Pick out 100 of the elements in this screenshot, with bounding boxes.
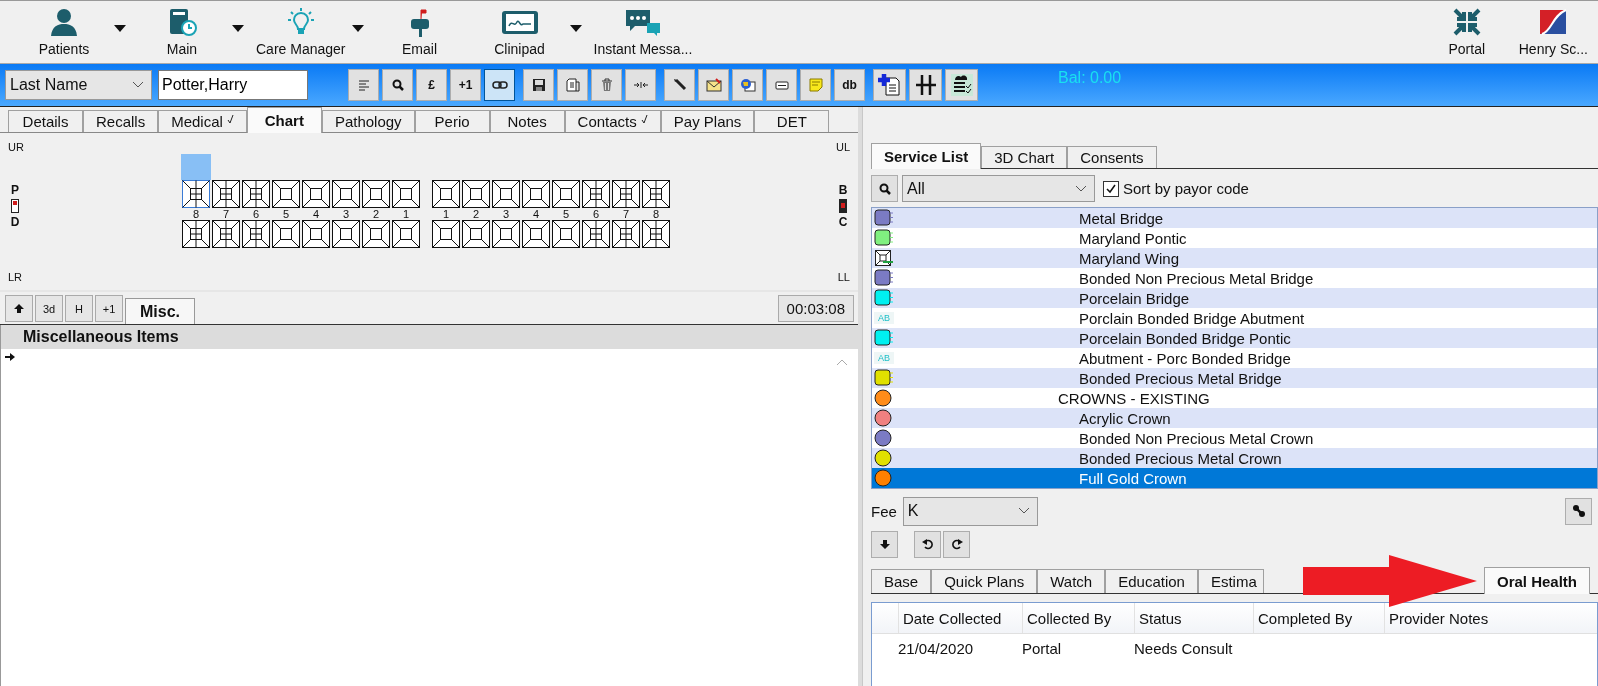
toolbar-button[interactable]: Email	[369, 5, 470, 59]
search-type-dropdown[interactable]: Last Name	[5, 70, 152, 100]
tool-button[interactable]: +1	[450, 69, 481, 101]
patient-name-field[interactable]: Potter,Harry	[158, 70, 308, 100]
record-tab[interactable]: Contacts	[564, 110, 661, 132]
plan-tab[interactable]: Quick Plans	[931, 569, 1038, 593]
chart-tool-button[interactable]: 3d	[35, 295, 63, 322]
tooth-icon[interactable]	[552, 220, 580, 248]
column-header[interactable]: Status	[1134, 603, 1253, 633]
move-down-button[interactable]	[871, 530, 898, 558]
tooth-icon[interactable]	[642, 180, 670, 208]
tooth-icon[interactable]	[272, 220, 300, 248]
toolbar-button[interactable]: Henry Sc...	[1512, 5, 1594, 59]
chart-tool-button[interactable]: +1	[95, 295, 123, 322]
tooth-icon[interactable]	[332, 180, 360, 208]
toolbar-button[interactable]: Clinipad	[469, 5, 570, 59]
tooth-icon[interactable]	[552, 180, 580, 208]
plan-tab[interactable]: Oral Health	[1483, 567, 1590, 594]
tooth-icon[interactable]	[522, 180, 550, 208]
tool-button[interactable]: £	[416, 69, 447, 101]
record-tab[interactable]: Pay Plans	[660, 110, 755, 132]
service-row[interactable]: Porcelain Bonded Bridge Pontic	[872, 328, 1597, 348]
tooth-icon[interactable]	[242, 220, 270, 248]
tooth-icon[interactable]	[302, 180, 330, 208]
tooth-icon[interactable]	[462, 220, 490, 248]
toolbar-button[interactable]: Patients	[14, 5, 114, 59]
tooth-icon[interactable]	[642, 220, 670, 248]
tooth-icon[interactable]	[432, 180, 460, 208]
record-tab[interactable]: Pathology	[321, 110, 415, 132]
tools-button[interactable]	[1565, 497, 1592, 525]
service-row[interactable]: Bonded Precious Metal Crown	[872, 448, 1597, 468]
plan-tab[interactable]: Base	[871, 569, 932, 593]
tooth-icon[interactable]	[492, 180, 520, 208]
caret-icon[interactable]	[351, 24, 364, 32]
service-row[interactable]: Maryland Wing	[872, 248, 1597, 268]
plan-tab[interactable]: Education	[1105, 569, 1198, 593]
tooth-icon[interactable]	[182, 180, 210, 208]
service-row[interactable]: Bonded Non Precious Metal Bridge	[872, 268, 1597, 288]
tooth-icon[interactable]	[522, 220, 550, 248]
tool-button[interactable]	[484, 69, 515, 101]
tooth-icon[interactable]	[392, 180, 420, 208]
toolbar-button[interactable]: Portal	[1428, 5, 1505, 59]
tooth-icon[interactable]	[212, 220, 240, 248]
tool-button[interactable]: db	[834, 69, 865, 101]
column-header[interactable]: Completed By	[1253, 603, 1384, 633]
panel-tab[interactable]: Service List	[871, 143, 982, 169]
record-tab[interactable]: Notes	[489, 110, 565, 132]
tool-button[interactable]	[664, 69, 695, 101]
record-tab[interactable]: Details	[8, 110, 83, 132]
service-row[interactable]: AB Porclain Bonded Bridge Abutment	[872, 308, 1597, 328]
tooth-icon[interactable]	[212, 180, 240, 208]
tooth-icon[interactable]	[462, 180, 490, 208]
chart-tool-button[interactable]: H	[65, 295, 93, 322]
tooth-icon[interactable]	[432, 220, 460, 248]
record-tab[interactable]: Recalls	[83, 110, 159, 132]
service-row[interactable]: CROWNS - EXISTING	[872, 388, 1597, 408]
tooth-icon[interactable]	[612, 220, 640, 248]
plan-tab[interactable]: Watch	[1037, 569, 1106, 593]
caret-icon[interactable]	[232, 24, 244, 32]
tooth-icon[interactable]	[302, 220, 330, 248]
tooth-icon[interactable]	[612, 180, 640, 208]
misc-tab[interactable]: Misc.	[125, 298, 195, 324]
category-dropdown[interactable]: All	[902, 175, 1095, 202]
fee-dropdown[interactable]: K	[902, 496, 1038, 526]
column-header[interactable]: Collected By	[1022, 603, 1134, 633]
service-row[interactable]: Acrylic Crown	[872, 408, 1597, 428]
tool-button[interactable]	[873, 69, 906, 101]
panel-tab[interactable]: 3D Chart	[981, 146, 1068, 168]
search-button[interactable]	[871, 175, 898, 202]
tooth-icon[interactable]	[272, 180, 300, 208]
toolbar-button[interactable]: Main	[132, 5, 232, 59]
tooth-icon[interactable]	[362, 180, 390, 208]
caret-icon[interactable]	[114, 24, 126, 32]
panel-tab[interactable]: Consents	[1067, 146, 1157, 168]
record-tab[interactable]: Medical	[158, 110, 247, 132]
service-row[interactable]: Maryland Pontic	[872, 228, 1597, 248]
tooth-icon[interactable]	[392, 220, 420, 248]
tooth-icon[interactable]	[242, 180, 270, 208]
record-tab[interactable]: Perio	[414, 110, 490, 132]
service-row[interactable]: AB Abutment - Porc Bonded Bridge	[872, 348, 1597, 368]
tool-button[interactable]	[945, 69, 978, 101]
column-header[interactable]: Date Collected	[898, 603, 1022, 633]
service-row[interactable]: Bonded Precious Metal Bridge	[872, 368, 1597, 388]
record-tab[interactable]: Chart	[246, 107, 322, 133]
toolbar-button[interactable]: Instant Messa...	[587, 5, 699, 59]
tooth-icon[interactable]	[332, 220, 360, 248]
service-row[interactable]: Porcelain Bridge	[872, 288, 1597, 308]
record-tab[interactable]: DET	[754, 110, 830, 132]
service-row[interactable]: Bonded Non Precious Metal Crown	[872, 428, 1597, 448]
service-row[interactable]: Full Gold Crown	[872, 468, 1597, 488]
tooth-icon[interactable]	[582, 180, 610, 208]
redo-button[interactable]	[943, 530, 970, 558]
tooth-icon[interactable]	[362, 220, 390, 248]
caret-icon[interactable]	[569, 24, 582, 32]
checkbox[interactable]	[1103, 180, 1119, 197]
tooth-icon[interactable]	[182, 220, 210, 248]
tooth-icon[interactable]	[582, 220, 610, 248]
tooth-icon[interactable]	[492, 220, 520, 248]
tool-button[interactable]	[382, 69, 413, 101]
chart-tool-button[interactable]	[5, 295, 33, 322]
